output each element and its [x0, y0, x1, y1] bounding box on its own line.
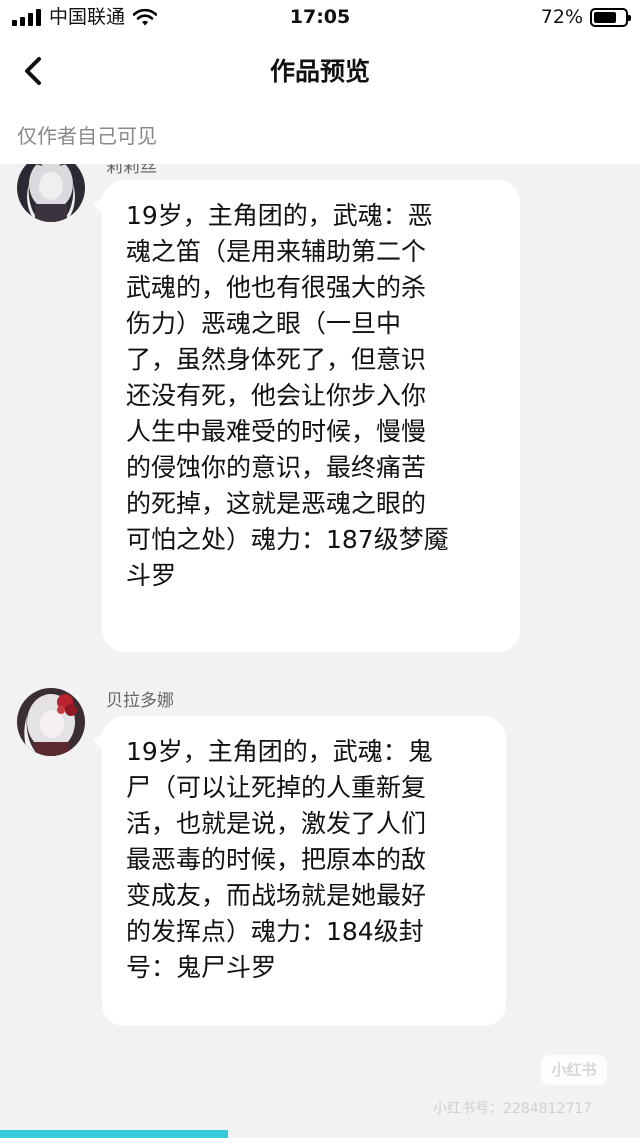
message-line: 人生中最难受的时候，慢慢	[126, 417, 427, 446]
watermark-text: 小红书号：2284812717	[433, 1101, 593, 1117]
bubble-tail	[93, 196, 104, 214]
battery-icon	[590, 7, 631, 27]
watermark-logo: 小红书	[541, 1055, 607, 1085]
message-line: 了，虽然身体死了，但意识	[126, 345, 427, 374]
message-line: 变成友，而战场就是她最好	[126, 881, 427, 910]
message-line: 19岁，主角团的，武魂：鬼	[126, 737, 433, 766]
character-avatar-icon	[17, 164, 85, 222]
message-line: 号：鬼尸斗罗	[126, 953, 277, 982]
message-author: 贝拉多娜	[106, 691, 174, 711]
message-bubble[interactable]: 19岁，主角团的，武魂：恶 魂之笛（是用来辅助第二个 武魂的，他也有很强大的杀 …	[93, 180, 520, 652]
page-title: 作品预览	[269, 57, 370, 86]
message-line: 斗罗	[126, 561, 177, 590]
scroll-indicator	[0, 1130, 228, 1138]
bubble-tail	[93, 732, 104, 750]
battery-level-fill	[594, 11, 616, 23]
message-line: 魂之笛（是用来辅助第二个	[126, 237, 427, 266]
avatar[interactable]	[17, 164, 85, 222]
message-bubble[interactable]: 19岁，主角团的，武魂：鬼 尸（可以让死掉的人重新复 活，也就是说，激发了人们 …	[93, 716, 506, 1026]
avatar[interactable]	[17, 688, 85, 756]
character-avatar-icon	[17, 688, 85, 756]
visibility-note: 仅作者自己可见	[17, 124, 157, 148]
message-line: 最恶毒的时候，把原本的敌	[126, 845, 427, 874]
message-line: 活，也就是说，激发了人们	[126, 809, 427, 838]
message-line: 19岁，主角团的，武魂：恶	[126, 201, 433, 230]
navigation-bar: 作品预览	[0, 36, 640, 108]
message-line: 还没有死，他会让你步入你	[126, 381, 427, 410]
message-line: 武魂的，他也有很强大的杀	[126, 273, 427, 302]
status-right: 72%	[540, 6, 631, 28]
message-line: 的侵蚀你的意识，最终痛苦	[126, 453, 427, 482]
message-line: 可怕之处）魂力：187级梦魇	[126, 525, 449, 554]
message-feed[interactable]: 莉莉丝 19岁，主角团的，武魂：恶 魂之笛（是用来辅助第二个 武魂的，他也有很强…	[0, 164, 640, 1130]
message-line: 的发挥点）魂力：184级封	[126, 917, 424, 946]
back-button[interactable]	[12, 50, 54, 92]
message-line: 的死掉，这就是恶魂之眼的	[126, 489, 427, 518]
message-author: 莉莉丝	[106, 164, 157, 177]
message-line: 尸（可以让死掉的人重新复	[126, 773, 427, 802]
chevron-left-icon	[25, 57, 41, 85]
message-line: 伤力）恶魂之眼（一旦中	[126, 309, 402, 338]
visibility-bar: 仅作者自己可见	[0, 108, 640, 164]
status-bar: 中国联通 17:05 72%	[0, 0, 640, 36]
battery-percent: 72%	[540, 6, 583, 28]
